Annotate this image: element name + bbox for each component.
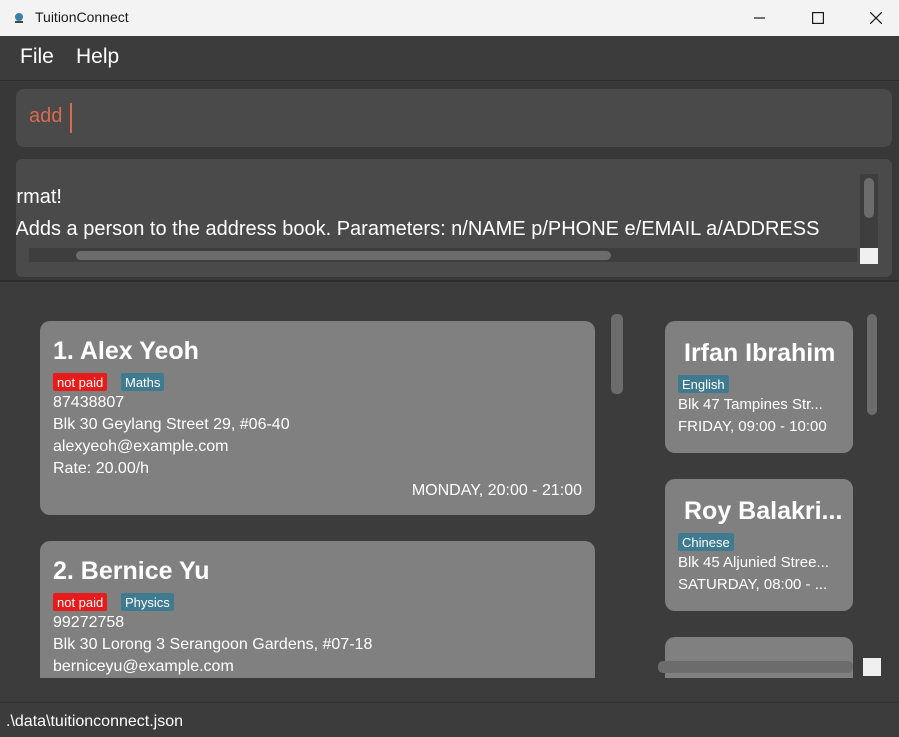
schedule-list-horizontal-scrollbar[interactable] [658,661,853,673]
person-list-scrollbar[interactable] [611,314,623,394]
result-line-2: add: Adds a person to the address book. … [16,218,820,240]
window-title: TuitionConnect [35,9,129,25]
close-button[interactable] [847,0,899,36]
schedule-name: Irfan Ibrahim [684,339,836,367]
save-file-path: .\data\tuitionconnect.json [6,713,184,730]
person-email: alexyeoh@example.com [53,438,229,455]
menu-help[interactable]: Help [76,45,119,69]
maximize-button[interactable] [789,0,847,36]
person-phone: 87438807 [53,394,125,411]
minimize-button[interactable] [731,0,789,36]
schedule-address: Blk 45 Aljunied Stree... [678,554,829,571]
result-horizontal-scrollbar[interactable] [29,248,857,262]
person-name: 2. Bernice Yu [53,557,210,585]
payment-status-tag: not paid [53,373,108,391]
command-input-text: add [29,105,63,127]
subject-tag: English [678,375,729,393]
person-name: 1. Alex Yeoh [53,337,199,365]
result-text: Invalid command format! add: Adds a pers… [16,181,819,245]
maximize-icon [812,12,824,24]
person-address: Blk 30 Geylang Street 29, #06-40 [53,416,290,433]
result-vertical-scrollbar[interactable] [860,174,878,248]
schedule-address: Blk 47 Tampines Str... [678,396,823,413]
minimize-icon [754,17,765,19]
result-horizontal-scroll-thumb[interactable] [76,251,611,260]
command-input[interactable]: add [16,89,892,147]
person-card[interactable]: 1. Alex Yeoh not paid Maths 87438807 Blk… [40,321,595,515]
schedule-list-vertical-scrollbar[interactable] [867,314,877,415]
schedule-card[interactable]: Roy Balakri... Chinese Blk 45 Aljunied S… [665,479,853,611]
person-list[interactable]: 1. Alex Yeoh not paid Maths 87438807 Blk… [0,283,636,678]
result-display[interactable]: Invalid command format! add: Adds a pers… [16,159,892,277]
payment-status-tag: not paid [53,593,108,611]
subject-tag: Physics [121,593,174,611]
status-bar: .\data\tuitionconnect.json [0,702,899,737]
command-box-container: add [0,82,899,154]
subject-tag: Maths [121,373,165,391]
person-address: Blk 30 Lorong 3 Serangoon Gardens, #07-1… [53,636,373,653]
person-card[interactable]: 2. Bernice Yu not paid Physics 99272758 … [40,541,595,678]
lists-panel: 1. Alex Yeoh not paid Maths 87438807 Blk… [0,283,899,702]
person-email: berniceyu@example.com [53,658,234,675]
app-icon [15,13,23,23]
schedule-time: SATURDAY, 08:00 - ... [678,576,828,593]
text-caret [70,103,72,133]
scrollbar-corner [860,248,878,264]
person-phone: 99272758 [53,614,125,631]
result-vertical-scroll-thumb[interactable] [864,178,874,218]
person-rate: Rate: 20.00/h [53,460,150,477]
schedule-time: FRIDAY, 09:00 - 10:00 [678,418,827,435]
person-schedule: MONDAY, 20:00 - 21:00 [411,482,582,499]
subject-tag: Chinese [678,533,734,551]
scrollbar-corner [863,658,881,676]
close-icon [870,12,882,24]
result-line-1: Invalid command format! [16,186,62,208]
schedule-name: Roy Balakri... [684,497,843,525]
schedule-card[interactable]: Irfan Ibrahim English Blk 47 Tampines St… [665,321,853,453]
menu-file[interactable]: File [20,45,54,69]
title-bar: TuitionConnect [0,0,899,36]
schedule-list[interactable]: Irfan Ibrahim English Blk 47 Tampines St… [636,283,899,678]
menu-bar: File Help [0,36,899,81]
result-display-container: Invalid command format! add: Adds a pers… [0,154,899,282]
